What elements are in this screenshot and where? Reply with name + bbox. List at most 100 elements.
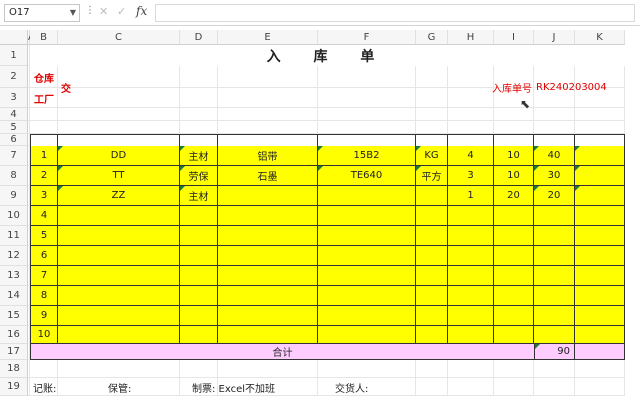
insert-function-icon[interactable]: fx [136, 4, 147, 18]
table-cell[interactable]: 20 [534, 186, 575, 206]
row-header-5[interactable]: 5 [0, 121, 28, 134]
row-header-2[interactable]: 2 [0, 66, 28, 88]
table-cell[interactable]: 4 [448, 146, 494, 166]
table-cell[interactable] [448, 206, 494, 226]
select-all-corner[interactable] [0, 30, 28, 45]
enter-icon[interactable]: ✓ [117, 5, 126, 18]
table-cell[interactable] [58, 306, 180, 326]
warehouse-label[interactable]: 仓库 [30, 66, 58, 88]
table-cell[interactable]: 8 [30, 286, 58, 306]
table-cell[interactable]: KG [416, 146, 448, 166]
table-cell[interactable] [448, 286, 494, 306]
table-cell[interactable] [218, 306, 318, 326]
table-cell[interactable] [318, 326, 416, 344]
table-cell[interactable]: DD [58, 146, 180, 166]
table-cell[interactable] [58, 246, 180, 266]
row-header-9[interactable]: 9 [0, 186, 28, 206]
table-cell[interactable] [218, 286, 318, 306]
table-cell[interactable] [58, 326, 180, 344]
table-cell[interactable]: TT [58, 166, 180, 186]
table-cell[interactable]: 9 [30, 306, 58, 326]
table-cell[interactable] [180, 286, 218, 306]
factory-value[interactable]: 交 [58, 66, 180, 108]
table-cell[interactable] [416, 266, 448, 286]
table-cell[interactable] [58, 206, 180, 226]
table-cell[interactable] [575, 246, 625, 266]
column-header-F[interactable]: F [318, 30, 416, 45]
table-cell[interactable] [534, 286, 575, 306]
table-cell[interactable] [318, 206, 416, 226]
table-cell[interactable] [218, 246, 318, 266]
column-header-E[interactable]: E [218, 30, 318, 45]
table-cell[interactable]: 劳保 [180, 166, 218, 186]
table-cell[interactable] [180, 206, 218, 226]
table-cell[interactable] [416, 186, 448, 206]
column-header-C[interactable]: C [58, 30, 180, 45]
table-cell[interactable]: 平方 [416, 166, 448, 186]
table-cell[interactable]: 3 [30, 186, 58, 206]
row-header-3[interactable]: 3 [0, 88, 28, 108]
table-cell[interactable] [494, 286, 534, 306]
row-header-14[interactable]: 14 [0, 286, 28, 306]
more-icon[interactable]: ⋮ [85, 5, 95, 16]
table-cell[interactable] [448, 326, 494, 344]
table-cell[interactable] [494, 226, 534, 246]
table-cell[interactable] [180, 246, 218, 266]
table-cell[interactable]: 30 [534, 166, 575, 186]
table-cell[interactable] [180, 226, 218, 246]
maker-label[interactable]: 制票: Excel不加班 [192, 378, 322, 396]
row-header-15[interactable]: 15 [0, 306, 28, 326]
formula-input[interactable] [155, 4, 635, 22]
table-cell[interactable] [534, 206, 575, 226]
table-cell[interactable] [494, 266, 534, 286]
chevron-down-icon[interactable]: ▼ [70, 5, 76, 21]
name-box[interactable]: O17 ▼ [4, 4, 80, 22]
table-cell[interactable] [448, 266, 494, 286]
cancel-icon[interactable]: ✕ [99, 5, 108, 18]
table-cell[interactable] [318, 306, 416, 326]
column-header-K[interactable]: K [575, 30, 625, 45]
table-cell[interactable] [534, 266, 575, 286]
table-cell[interactable]: 主材 [180, 186, 218, 206]
table-cell[interactable]: 1 [448, 186, 494, 206]
table-cell[interactable] [318, 246, 416, 266]
column-header-H[interactable]: H [448, 30, 494, 45]
table-cell[interactable] [416, 206, 448, 226]
table-cell[interactable] [218, 266, 318, 286]
table-cell[interactable]: 主材 [180, 146, 218, 166]
table-cell[interactable] [318, 186, 416, 206]
table-cell[interactable] [448, 306, 494, 326]
table-cell[interactable] [180, 306, 218, 326]
table-cell[interactable] [318, 266, 416, 286]
table-cell[interactable] [575, 226, 625, 246]
table-cell[interactable] [494, 246, 534, 266]
table-cell[interactable] [575, 286, 625, 306]
row-header-6[interactable]: 6 [0, 134, 28, 146]
column-header-J[interactable]: J [534, 30, 575, 45]
table-cell[interactable] [575, 266, 625, 286]
row-header-4[interactable]: 4 [0, 108, 28, 121]
table-cell[interactable] [180, 326, 218, 344]
total-value[interactable]: 90 [534, 344, 575, 360]
column-header-B[interactable]: B [30, 30, 58, 45]
column-header-D[interactable]: D [180, 30, 218, 45]
table-cell[interactable] [534, 226, 575, 246]
table-cell[interactable] [534, 326, 575, 344]
deliverer-label[interactable]: 交货人: [335, 378, 405, 396]
table-cell[interactable]: 3 [448, 166, 494, 186]
total-label[interactable]: 合计 [30, 344, 534, 360]
table-cell[interactable] [218, 326, 318, 344]
table-cell[interactable] [575, 306, 625, 326]
total-note[interactable] [575, 344, 625, 360]
table-cell[interactable]: 20 [494, 186, 534, 206]
row-header-8[interactable]: 8 [0, 166, 28, 186]
table-cell[interactable]: TE640 [318, 166, 416, 186]
row-header-13[interactable]: 13 [0, 266, 28, 286]
table-cell[interactable] [416, 326, 448, 344]
row-header-11[interactable]: 11 [0, 226, 28, 246]
table-cell[interactable]: 10 [494, 166, 534, 186]
row-header-17[interactable]: 17 [0, 344, 28, 360]
order-number-value[interactable]: RK240203004 [534, 66, 625, 108]
table-cell[interactable] [575, 326, 625, 344]
row-header-10[interactable]: 10 [0, 206, 28, 226]
